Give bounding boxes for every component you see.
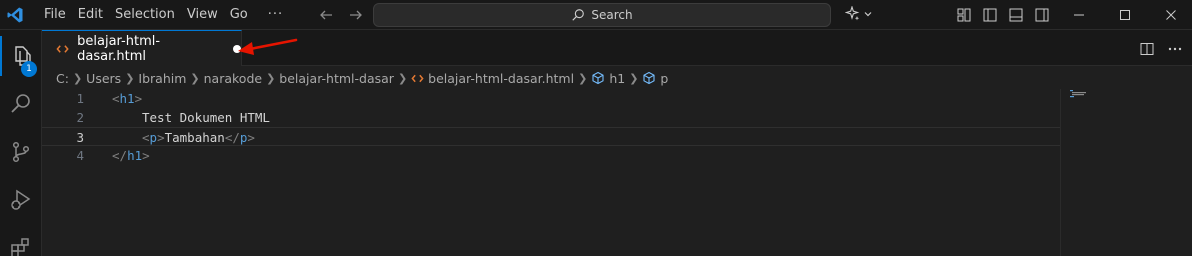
minimize-icon[interactable] <box>1056 0 1102 30</box>
menu-edit[interactable]: Edit <box>72 4 109 26</box>
split-editor-icon[interactable] <box>1138 40 1156 58</box>
vscode-logo-icon <box>7 7 23 23</box>
breadcrumb-ibrahim[interactable]: Ibrahim <box>138 71 186 86</box>
menu-bar: File Edit Selection View Go ··· <box>38 0 289 30</box>
search-icon <box>572 9 585 21</box>
breadcrumb: C: ❯ Users ❯ Ibrahim ❯ narakode ❯ belaja… <box>56 67 668 89</box>
tag-bracket: > <box>247 130 255 145</box>
toggle-primary-sidebar-icon[interactable] <box>981 6 999 24</box>
tab-label: belajar-html-dasar.html <box>77 33 161 64</box>
code-content: </h1> <box>112 146 150 165</box>
tag-bracket: > <box>142 148 150 163</box>
tag-bracket: </ <box>112 148 128 163</box>
activity-bar: 1 <box>0 30 42 256</box>
explorer-badge: 1 <box>21 61 37 77</box>
title-bar: File Edit Selection View Go ··· Search <box>0 0 1192 30</box>
breadcrumb-drive[interactable]: C: <box>56 71 69 86</box>
activity-source-control[interactable] <box>0 132 42 172</box>
editor-actions <box>1138 40 1184 58</box>
chevron-right-icon: ❯ <box>190 71 200 85</box>
navigation-arrows <box>316 5 366 25</box>
chevron-right-icon: ❯ <box>125 71 135 85</box>
chevron-right-icon: ❯ <box>578 71 588 85</box>
code-line[interactable]: 4 </h1> <box>42 146 1060 165</box>
menu-more-button[interactable]: ··· <box>262 4 289 26</box>
chevron-down-icon <box>864 12 872 17</box>
tag-name: h1 <box>127 148 143 163</box>
text-content: Test Dokumen HTML <box>142 110 270 125</box>
minimap[interactable] <box>1070 90 1090 98</box>
run-debug-icon <box>11 189 31 210</box>
chevron-right-icon: ❯ <box>397 71 408 85</box>
text-content: Tambahan <box>164 130 225 145</box>
forward-arrow-icon[interactable] <box>346 5 366 25</box>
copilot-button[interactable] <box>845 6 873 22</box>
activity-extensions[interactable] <box>0 228 42 256</box>
code-content: <p>Tambahan</p> <box>142 128 255 147</box>
back-arrow-icon[interactable] <box>316 5 336 25</box>
menu-go[interactable]: Go <box>224 4 254 26</box>
tag-bracket: < <box>112 91 120 106</box>
annotation-arrow-icon <box>238 38 298 55</box>
close-icon[interactable] <box>1148 0 1192 30</box>
activity-explorer[interactable]: 1 <box>0 36 42 77</box>
maximize-icon[interactable] <box>1102 0 1148 30</box>
tag-name: p <box>149 130 158 145</box>
tag-bracket: > <box>157 130 165 145</box>
code-editor[interactable]: 1 <h1> 2 Test Dokumen HTML 3 <p>Tambahan… <box>42 89 1192 256</box>
breadcrumb-h1[interactable]: h1 <box>591 71 625 86</box>
extensions-icon <box>11 238 29 256</box>
menu-selection[interactable]: Selection <box>109 4 181 26</box>
tag-name: h1 <box>119 91 135 106</box>
line-number: 4 <box>76 148 84 163</box>
code-content: Test Dokumen HTML <box>142 108 270 127</box>
search-placeholder: Search <box>591 8 633 22</box>
tag-bracket: </ <box>224 130 240 145</box>
toggle-secondary-sidebar-icon[interactable] <box>1033 6 1051 24</box>
symbol-element-icon <box>643 71 655 85</box>
breadcrumb-file[interactable]: belajar-html-dasar.html <box>411 71 574 86</box>
breadcrumb-users[interactable]: Users <box>86 71 121 86</box>
source-control-icon <box>12 141 30 163</box>
code-line[interactable]: 1 <h1> <box>42 89 1060 108</box>
code-line-current[interactable]: 3 <p>Tambahan</p> <box>42 127 1060 146</box>
search-icon <box>11 94 30 113</box>
breadcrumb-p-label: p <box>660 70 669 86</box>
editor-tab-bar: belajar-html-dasar.html <box>42 30 1192 66</box>
line-number: 1 <box>76 91 84 106</box>
chevron-right-icon: ❯ <box>266 71 276 85</box>
chevron-right-icon: ❯ <box>72 71 83 85</box>
html-file-icon <box>56 44 69 53</box>
command-center-search[interactable]: Search <box>373 3 831 27</box>
breadcrumb-h1-label: h1 <box>609 70 626 86</box>
menu-file[interactable]: File <box>38 4 72 26</box>
breadcrumb-p[interactable]: p <box>642 71 668 86</box>
layout-controls <box>955 6 1051 24</box>
tag-bracket: < <box>142 130 150 145</box>
customize-layout-icon[interactable] <box>955 6 973 24</box>
activity-run-debug[interactable] <box>0 180 42 220</box>
tag-bracket: > <box>134 91 143 106</box>
breadcrumb-folder[interactable]: belajar-html-dasar <box>279 71 394 86</box>
menu-view[interactable]: View <box>181 4 224 26</box>
activity-search[interactable] <box>0 84 42 124</box>
breadcrumb-narakode[interactable]: narakode <box>204 71 262 86</box>
toggle-panel-icon[interactable] <box>1007 6 1025 24</box>
code-content: <h1> <box>112 89 142 108</box>
code-line[interactable]: 2 Test Dokumen HTML <box>42 108 1060 127</box>
minimap-border <box>1060 89 1061 256</box>
html-file-icon <box>411 74 424 82</box>
more-actions-icon[interactable] <box>1166 40 1184 58</box>
window-controls <box>1056 0 1192 30</box>
sparkle-icon <box>845 6 860 21</box>
tab-belajar-html-dasar[interactable]: belajar-html-dasar.html <box>42 30 242 66</box>
line-number: 2 <box>76 110 84 125</box>
breadcrumb-file-label: belajar-html-dasar.html <box>428 70 575 86</box>
symbol-element-icon <box>592 71 604 85</box>
chevron-right-icon: ❯ <box>629 71 639 85</box>
line-number: 3 <box>76 130 84 145</box>
